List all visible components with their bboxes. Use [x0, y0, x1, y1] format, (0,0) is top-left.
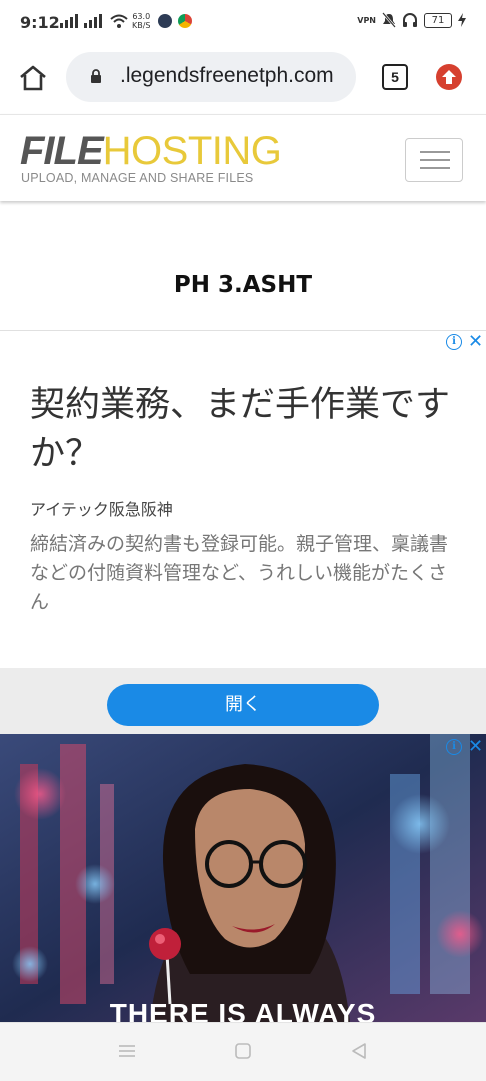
headphones-icon: [403, 13, 417, 27]
logo-tagline: UPLOAD, MANAGE AND SHARE FILES: [21, 171, 254, 185]
hamburger-menu-button[interactable]: [405, 138, 463, 182]
ad-banner-image[interactable]: i ✕ THERE IS ALWAYS: [0, 734, 486, 1022]
status-time: 9:12: [20, 13, 60, 32]
ad-banner-text[interactable]: i ✕ 契約業務、まだ手作業ですか？ アイテック阪急阪神 締結済みの契約書も登録…: [0, 330, 486, 735]
system-nav-bar: [0, 1022, 486, 1081]
mute-bell-icon: [382, 12, 396, 28]
menu-nav-icon[interactable]: [118, 1043, 136, 1059]
site-header: FILEHOSTING UPLOAD, MANAGE AND SHARE FIL…: [0, 114, 486, 201]
ad-image-caption: THERE IS ALWAYS: [109, 998, 377, 1022]
signal-icon: [60, 14, 78, 28]
ad-info-icon[interactable]: i: [446, 739, 462, 755]
ad-image[interactable]: [0, 734, 486, 1022]
home-icon[interactable]: [18, 64, 48, 92]
home-nav-icon[interactable]: [234, 1042, 252, 1060]
browser-toolbar: .legendsfreenetph.com 5: [0, 48, 486, 114]
wifi-icon: [110, 14, 128, 28]
page-title: PH 3.ASHT: [173, 272, 313, 298]
update-button[interactable]: [436, 64, 462, 90]
ad-description: 締結済みの契約書も登録可能。親子管理、稟議書などの付随資料管理など、うれしい機能…: [30, 533, 449, 613]
status-right-group: VPN 71: [357, 12, 466, 28]
logo-hosting-text: HOSTING: [102, 129, 282, 173]
app-notification-icon: [158, 14, 172, 28]
chrome-notification-icon: [178, 14, 192, 28]
ad-open-button[interactable]: 開く: [107, 684, 379, 726]
back-nav-icon[interactable]: [350, 1042, 368, 1060]
logo-file-text: FILE: [20, 129, 104, 173]
vpn-icon: VPN: [357, 15, 376, 25]
lock-icon[interactable]: [90, 69, 102, 83]
tab-switcher-button[interactable]: 5: [382, 64, 408, 90]
battery-icon: 71: [424, 12, 452, 28]
address-bar[interactable]: .legendsfreenetph.com: [66, 52, 356, 102]
network-speed: 63.0 KB/S: [132, 12, 151, 30]
ad-advertiser: アイテック阪急阪神: [30, 500, 173, 519]
ad-choices-badge[interactable]: i ✕: [446, 738, 483, 756]
network-speed-value: 63.0: [132, 12, 151, 21]
arrow-up-icon: [442, 70, 456, 84]
ad-close-icon[interactable]: ✕: [468, 738, 483, 756]
ad-headline[interactable]: 契約業務、まだ手作業ですか？: [30, 381, 450, 479]
charging-bolt-icon: [458, 13, 466, 27]
ad-footer: 開く: [0, 668, 486, 735]
signal-icon: [84, 14, 102, 28]
status-bar: 9:12 63.0 KB/S VPN 71: [0, 0, 486, 48]
ad-info-icon[interactable]: i: [446, 334, 462, 350]
ad-close-icon[interactable]: ✕: [468, 333, 483, 351]
ad-choices-badge[interactable]: i ✕: [446, 333, 483, 351]
site-logo[interactable]: FILEHOSTING: [20, 129, 282, 174]
network-speed-unit: KB/S: [132, 21, 151, 30]
url-text[interactable]: .legendsfreenetph.com: [120, 64, 334, 88]
